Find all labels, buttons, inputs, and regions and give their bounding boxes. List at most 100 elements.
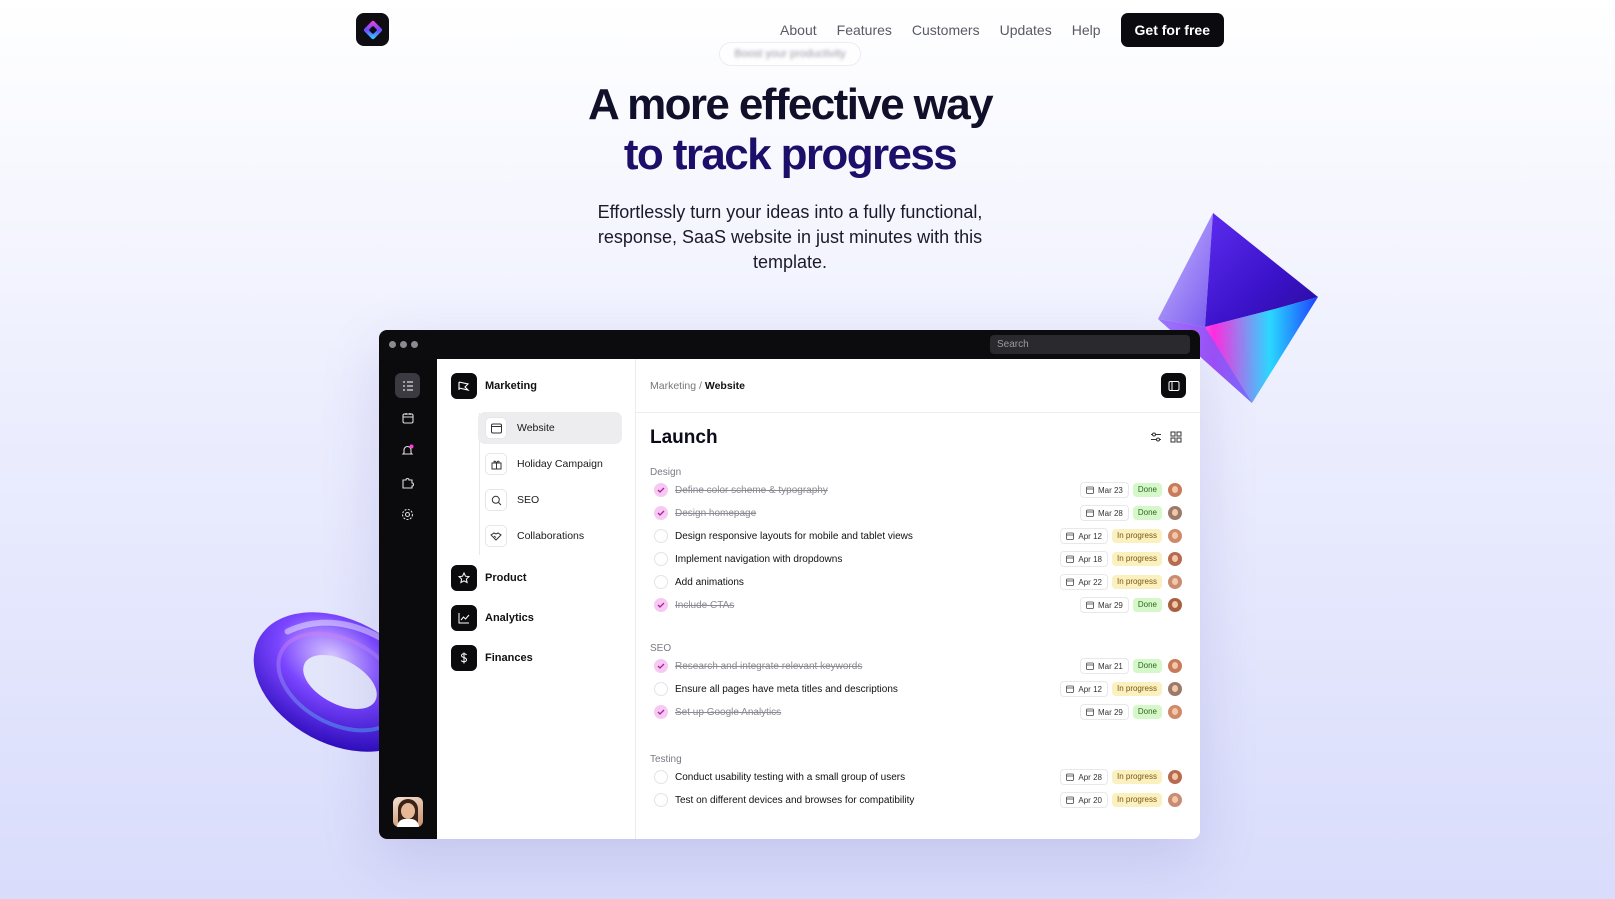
get-for-free-button[interactable]: Get for free	[1120, 12, 1224, 47]
task-title: Define color scheme & typography	[675, 484, 828, 496]
brand-logo[interactable]	[356, 13, 389, 46]
window-titlebar: Search	[379, 330, 1200, 359]
task-row[interactable]: Implement navigation with dropdowns Apr 1…	[650, 549, 1182, 569]
due-date-chip[interactable]: Mar 23	[1079, 482, 1129, 498]
due-date-chip[interactable]: Apr 18	[1060, 551, 1108, 567]
calendar-icon	[1066, 532, 1075, 540]
task-row[interactable]: Design responsive layouts for mobile and…	[650, 526, 1182, 546]
announcement-pill[interactable]: Boost your productivity	[719, 42, 861, 66]
nav-link-about[interactable]: About	[780, 22, 817, 38]
main-panel: Marketing / Website Launch Design Define …	[636, 359, 1200, 839]
task-row[interactable]: Set up Google Analytics Mar 29 Done	[650, 702, 1182, 722]
window-dot-minimize[interactable]	[400, 341, 407, 348]
sidebar-item-seo[interactable]: SEO	[478, 484, 622, 516]
assignee-avatar[interactable]	[1168, 506, 1182, 520]
assignee-avatar[interactable]	[1168, 575, 1182, 589]
task-checkbox[interactable]	[654, 506, 668, 520]
window-dot-maximize[interactable]	[411, 341, 418, 348]
due-date-chip[interactable]: Apr 12	[1060, 681, 1108, 697]
browser-window-icon	[485, 417, 507, 439]
due-date-chip[interactable]: Mar 29	[1079, 704, 1129, 720]
status-badge[interactable]: In progress	[1111, 793, 1162, 807]
status-badge[interactable]: In progress	[1111, 575, 1162, 589]
assignee-avatar[interactable]	[1168, 552, 1182, 566]
status-badge[interactable]: In progress	[1111, 682, 1162, 696]
sidebar-item-website[interactable]: Website	[478, 412, 622, 444]
due-date: Apr 20	[1078, 795, 1102, 805]
assignee-avatar[interactable]	[1168, 705, 1182, 719]
nav-link-customers[interactable]: Customers	[912, 22, 980, 38]
due-date-chip[interactable]: Apr 28	[1060, 769, 1108, 785]
status-badge[interactable]: In progress	[1111, 770, 1162, 784]
sidebar-group-product[interactable]: Product	[451, 565, 527, 591]
assignee-avatar[interactable]	[1168, 770, 1182, 784]
rail-settings-button[interactable]	[395, 502, 420, 527]
handshake-icon	[485, 525, 507, 547]
status-badge[interactable]: In progress	[1111, 552, 1162, 566]
task-row[interactable]: Ensure all pages have meta titles and de…	[650, 679, 1182, 699]
nav-link-help[interactable]: Help	[1072, 22, 1101, 38]
task-checkbox[interactable]	[654, 659, 668, 673]
assignee-avatar[interactable]	[1168, 682, 1182, 696]
due-date-chip[interactable]: Apr 20	[1060, 792, 1108, 808]
rail-calendar-button[interactable]	[395, 405, 420, 430]
sidebar-group-analytics[interactable]: Analytics	[451, 605, 534, 631]
task-row[interactable]: Add animations Apr 22 In progress	[650, 572, 1182, 592]
due-date-chip[interactable]: Mar 28	[1079, 505, 1129, 521]
assignee-avatar[interactable]	[1168, 483, 1182, 497]
task-checkbox[interactable]	[654, 705, 668, 719]
due-date-chip[interactable]: Mar 21	[1079, 658, 1129, 674]
section-header: Design	[650, 467, 682, 478]
task-checkbox[interactable]	[654, 770, 668, 784]
rail-notifications-button[interactable]	[395, 438, 420, 463]
task-row[interactable]: Conduct usability testing with a small g…	[650, 767, 1182, 787]
nav-link-features[interactable]: Features	[837, 22, 892, 38]
status-badge[interactable]: Done	[1132, 483, 1162, 497]
calendar-icon	[1086, 601, 1094, 609]
window-dot-close[interactable]	[389, 341, 396, 348]
assignee-avatar[interactable]	[1168, 529, 1182, 543]
assignee-avatar[interactable]	[1168, 793, 1182, 807]
task-row[interactable]: Research and integrate relevant keywords…	[650, 656, 1182, 676]
sidebar-item-collaborations[interactable]: Collaborations	[478, 520, 622, 552]
due-date-chip[interactable]: Apr 22	[1060, 574, 1108, 590]
sidebar-group-finances[interactable]: Finances	[451, 645, 533, 671]
task-checkbox[interactable]	[654, 682, 668, 696]
task-checkbox[interactable]	[654, 529, 668, 543]
sidebar-group-marketing[interactable]: Marketing	[451, 373, 537, 399]
status-badge[interactable]: Done	[1132, 506, 1162, 520]
nav-link-updates[interactable]: Updates	[1000, 22, 1052, 38]
toggle-panel-button[interactable]	[1161, 373, 1186, 398]
task-checkbox[interactable]	[654, 793, 668, 807]
due-date-chip[interactable]: Apr 12	[1060, 528, 1108, 544]
due-date: Apr 28	[1078, 772, 1102, 782]
rail-integrations-button[interactable]	[395, 470, 420, 495]
filter-sliders-icon[interactable]	[1150, 431, 1162, 443]
task-checkbox[interactable]	[654, 598, 668, 612]
task-checkbox[interactable]	[654, 575, 668, 589]
task-checkbox[interactable]	[654, 483, 668, 497]
status-badge[interactable]: In progress	[1111, 529, 1162, 543]
status-badge[interactable]: Done	[1132, 705, 1162, 719]
hero-title-line1: A more effective way	[587, 80, 994, 129]
rail-tasks-button[interactable]	[395, 373, 420, 398]
sidebar-item-holiday-campaign[interactable]: Holiday Campaign	[478, 448, 622, 480]
breadcrumb-parent[interactable]: Marketing	[650, 380, 696, 392]
task-row[interactable]: Include CTAs Mar 29 Done	[650, 595, 1182, 615]
search-input[interactable]: Search	[990, 335, 1190, 354]
status-badge[interactable]: Done	[1132, 659, 1162, 673]
assignee-avatar[interactable]	[1168, 659, 1182, 673]
grid-view-icon[interactable]	[1170, 431, 1182, 443]
task-row[interactable]: Define color scheme & typography Mar 23 Do…	[650, 480, 1182, 500]
user-avatar[interactable]	[393, 797, 423, 827]
task-title: Design homepage	[675, 507, 757, 519]
due-date-chip[interactable]: Mar 29	[1079, 597, 1129, 613]
due-date: Mar 21	[1097, 661, 1123, 671]
task-row[interactable]: Test on different devices and browses fo…	[650, 790, 1182, 810]
line-chart-icon	[451, 605, 477, 631]
status-badge[interactable]: Done	[1132, 598, 1162, 612]
task-checkbox[interactable]	[654, 552, 668, 566]
task-row[interactable]: Design homepage Mar 28 Done	[650, 503, 1182, 523]
hero-subtitle: Effortlessly turn your ideas into a full…	[597, 202, 983, 272]
assignee-avatar[interactable]	[1168, 598, 1182, 612]
